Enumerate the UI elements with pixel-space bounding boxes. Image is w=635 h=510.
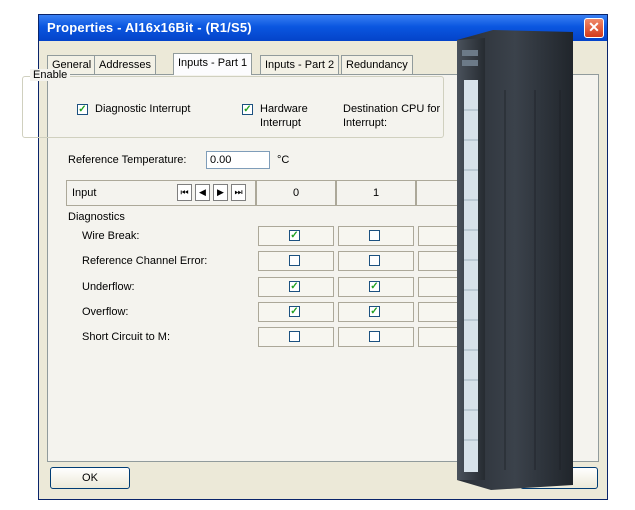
tab-redundancy[interactable]: Redundancy [341, 55, 413, 74]
reference-temperature-input[interactable]: 0.00 [206, 151, 270, 169]
hardware-interrupt-checkbox[interactable]: ✓ [242, 104, 253, 115]
tab-inputs-part-1[interactable]: Inputs - Part 1 [173, 53, 253, 75]
overflow-ch1-checkbox[interactable]: ✓ [369, 306, 380, 317]
row-label-overflow: Overflow: [82, 306, 129, 318]
ok-button[interactable]: OK [50, 467, 130, 489]
diagnostics-label: Diagnostics [68, 211, 125, 223]
last-channel-icon[interactable]: ⏭ [231, 184, 246, 201]
hardware-interrupt-label-2: Interrupt [260, 117, 301, 129]
underflow-ch0-checkbox[interactable]: ✓ [289, 281, 300, 292]
row-label-underflow: Underflow: [82, 281, 135, 293]
reference-temperature-unit: °C [277, 154, 290, 166]
row-label-reference-channel-error: Reference Channel Error: [82, 255, 208, 267]
hardware-module-image [457, 30, 573, 490]
close-button[interactable]: ✕ [584, 18, 604, 38]
tab-inputs-part-2[interactable]: Inputs - Part 2 [260, 55, 340, 74]
column-header-1: 1 [336, 180, 416, 206]
window-title: Properties - AI16x16Bit - (R1/S5) [47, 20, 252, 35]
column-header-0: 0 [256, 180, 336, 206]
tab-addresses[interactable]: Addresses [94, 55, 156, 74]
enable-group-label: Enable [30, 69, 71, 81]
short-circuit-ch1-checkbox[interactable] [369, 331, 380, 342]
hardware-interrupt-label-1: Hardware [260, 103, 308, 115]
ref-channel-error-ch1-checkbox[interactable] [369, 255, 380, 266]
destination-cpu-label-1: Destination CPU for [343, 103, 441, 115]
wire-break-ch1-checkbox[interactable] [369, 230, 380, 241]
diagnostic-interrupt-label: Diagnostic Interrupt [95, 103, 191, 115]
destination-cpu-label-2: Interrupt: [343, 117, 388, 129]
previous-channel-icon[interactable]: ◀ [195, 184, 210, 201]
close-icon: ✕ [588, 19, 600, 35]
next-channel-icon[interactable]: ▶ [213, 184, 228, 201]
diagnostic-interrupt-checkbox[interactable]: ✓ [77, 104, 88, 115]
row-label-wire-break: Wire Break: [82, 230, 140, 242]
input-label: Input [72, 187, 97, 199]
wire-break-ch0-checkbox[interactable]: ✓ [289, 230, 300, 241]
first-channel-icon[interactable]: ⏮ [177, 184, 192, 201]
underflow-ch1-checkbox[interactable]: ✓ [369, 281, 380, 292]
row-label-short-circuit: Short Circuit to M: [82, 331, 171, 343]
overflow-ch0-checkbox[interactable]: ✓ [289, 306, 300, 317]
short-circuit-ch0-checkbox[interactable] [289, 331, 300, 342]
ref-channel-error-ch0-checkbox[interactable] [289, 255, 300, 266]
reference-temperature-label: Reference Temperature: [68, 154, 187, 166]
